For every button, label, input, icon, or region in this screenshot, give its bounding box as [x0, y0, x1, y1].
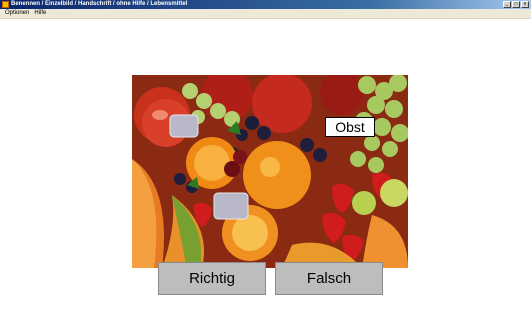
window-title: Benennen / Einzelbild / Handschrift / oh…	[11, 1, 188, 7]
title-bar: Benennen / Einzelbild / Handschrift / oh…	[0, 0, 531, 9]
app-icon	[2, 1, 9, 8]
window-controls: _ □ x	[503, 1, 529, 8]
maximize-button[interactable]: □	[512, 1, 520, 8]
falsch-button[interactable]: Falsch	[275, 262, 383, 295]
menu-bar: Optionen Hilfe	[0, 9, 531, 19]
fruit-photo	[132, 75, 408, 268]
menu-optionen[interactable]: Optionen	[5, 9, 29, 18]
fruit-image	[132, 75, 408, 268]
menu-hilfe[interactable]: Hilfe	[34, 9, 46, 18]
richtig-button[interactable]: Richtig	[158, 262, 266, 295]
close-button[interactable]: x	[521, 1, 529, 8]
minimize-button[interactable]: _	[503, 1, 511, 8]
main-content: Obst Richtig Falsch	[0, 19, 531, 318]
fruit-label: Obst	[325, 117, 375, 137]
